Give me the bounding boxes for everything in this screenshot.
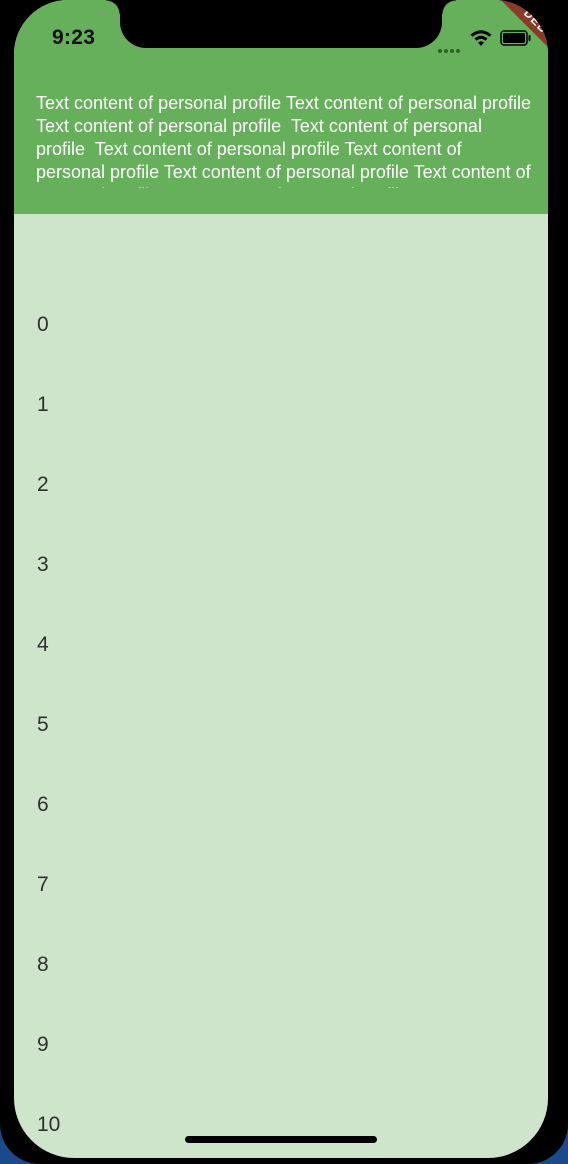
signal-dots-icon <box>438 40 464 53</box>
list-item[interactable]: 10 <box>37 1110 60 1140</box>
list-item[interactable]: 9 <box>37 1030 49 1060</box>
list-item[interactable]: 6 <box>37 790 49 820</box>
app-screen: Text content of personal profile Text co… <box>14 0 548 1158</box>
list-item[interactable]: 5 <box>37 710 49 740</box>
list-item[interactable]: 7 <box>37 870 49 900</box>
status-time: 9:23 <box>52 26 96 49</box>
list-item[interactable]: 2 <box>37 470 49 500</box>
list-item[interactable]: 8 <box>37 950 49 980</box>
list-item[interactable]: 1 <box>37 390 49 420</box>
list-item[interactable]: 0 <box>37 310 49 340</box>
profile-text: Text content of personal profile Text co… <box>36 93 531 188</box>
home-indicator[interactable] <box>185 1136 377 1143</box>
wifi-icon <box>470 30 492 46</box>
phone-frame: Text content of personal profile Text co… <box>0 0 568 1164</box>
device-notch <box>106 0 456 48</box>
list-item[interactable]: 3 <box>37 550 49 580</box>
debug-banner-label: DEBUG <box>502 0 548 74</box>
list-item[interactable]: 4 <box>37 630 49 660</box>
debug-banner: DEBUG <box>502 0 548 80</box>
